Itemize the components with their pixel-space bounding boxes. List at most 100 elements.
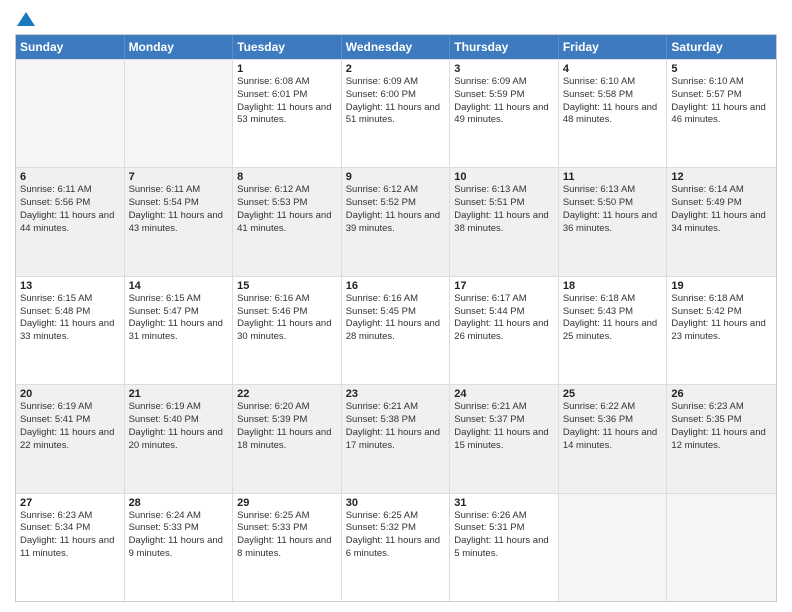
sunrise-text: Sunrise: 6:19 AM (20, 401, 120, 414)
daylight-text: Daylight: 11 hours and 38 minutes. (454, 210, 554, 236)
sunrise-text: Sunrise: 6:10 AM (671, 76, 772, 89)
day-number: 23 (346, 388, 446, 400)
header-day-friday: Friday (559, 35, 668, 59)
day-number: 5 (671, 63, 772, 75)
calendar-row-1: 6Sunrise: 6:11 AMSunset: 5:56 PMDaylight… (16, 167, 776, 275)
sunrise-text: Sunrise: 6:09 AM (346, 76, 446, 89)
calendar-cell: 19Sunrise: 6:18 AMSunset: 5:42 PMDayligh… (667, 277, 776, 384)
header (15, 10, 777, 28)
sunset-text: Sunset: 5:56 PM (20, 197, 120, 210)
day-number: 9 (346, 171, 446, 183)
day-number: 18 (563, 280, 663, 292)
calendar-cell: 10Sunrise: 6:13 AMSunset: 5:51 PMDayligh… (450, 168, 559, 275)
sunset-text: Sunset: 5:57 PM (671, 89, 772, 102)
daylight-text: Daylight: 11 hours and 34 minutes. (671, 210, 772, 236)
day-number: 19 (671, 280, 772, 292)
calendar-cell: 3Sunrise: 6:09 AMSunset: 5:59 PMDaylight… (450, 60, 559, 167)
day-number: 13 (20, 280, 120, 292)
sunset-text: Sunset: 5:40 PM (129, 414, 229, 427)
sunrise-text: Sunrise: 6:08 AM (237, 76, 337, 89)
sunrise-text: Sunrise: 6:09 AM (454, 76, 554, 89)
sunset-text: Sunset: 5:46 PM (237, 306, 337, 319)
calendar-cell: 11Sunrise: 6:13 AMSunset: 5:50 PMDayligh… (559, 168, 668, 275)
calendar-cell: 18Sunrise: 6:18 AMSunset: 5:43 PMDayligh… (559, 277, 668, 384)
daylight-text: Daylight: 11 hours and 26 minutes. (454, 318, 554, 344)
calendar-cell: 2Sunrise: 6:09 AMSunset: 6:00 PMDaylight… (342, 60, 451, 167)
calendar-cell (559, 494, 668, 601)
sunrise-text: Sunrise: 6:13 AM (563, 184, 663, 197)
sunrise-text: Sunrise: 6:14 AM (671, 184, 772, 197)
calendar-cell: 28Sunrise: 6:24 AMSunset: 5:33 PMDayligh… (125, 494, 234, 601)
sunrise-text: Sunrise: 6:20 AM (237, 401, 337, 414)
daylight-text: Daylight: 11 hours and 41 minutes. (237, 210, 337, 236)
calendar-header: SundayMondayTuesdayWednesdayThursdayFrid… (16, 35, 776, 59)
daylight-text: Daylight: 11 hours and 30 minutes. (237, 318, 337, 344)
sunrise-text: Sunrise: 6:21 AM (454, 401, 554, 414)
calendar-cell: 24Sunrise: 6:21 AMSunset: 5:37 PMDayligh… (450, 385, 559, 492)
header-day-wednesday: Wednesday (342, 35, 451, 59)
calendar-cell: 13Sunrise: 6:15 AMSunset: 5:48 PMDayligh… (16, 277, 125, 384)
sunset-text: Sunset: 5:45 PM (346, 306, 446, 319)
sunrise-text: Sunrise: 6:16 AM (237, 293, 337, 306)
sunrise-text: Sunrise: 6:24 AM (129, 510, 229, 523)
sunset-text: Sunset: 5:33 PM (129, 522, 229, 535)
calendar-cell: 22Sunrise: 6:20 AMSunset: 5:39 PMDayligh… (233, 385, 342, 492)
daylight-text: Daylight: 11 hours and 15 minutes. (454, 427, 554, 453)
sunrise-text: Sunrise: 6:10 AM (563, 76, 663, 89)
sunset-text: Sunset: 5:54 PM (129, 197, 229, 210)
calendar-cell: 14Sunrise: 6:15 AMSunset: 5:47 PMDayligh… (125, 277, 234, 384)
sunrise-text: Sunrise: 6:25 AM (346, 510, 446, 523)
sunset-text: Sunset: 5:42 PM (671, 306, 772, 319)
day-number: 20 (20, 388, 120, 400)
daylight-text: Daylight: 11 hours and 6 minutes. (346, 535, 446, 561)
day-number: 2 (346, 63, 446, 75)
day-number: 1 (237, 63, 337, 75)
day-number: 31 (454, 497, 554, 509)
day-number: 3 (454, 63, 554, 75)
sunrise-text: Sunrise: 6:22 AM (563, 401, 663, 414)
sunset-text: Sunset: 5:50 PM (563, 197, 663, 210)
sunrise-text: Sunrise: 6:23 AM (20, 510, 120, 523)
sunrise-text: Sunrise: 6:23 AM (671, 401, 772, 414)
sunset-text: Sunset: 5:59 PM (454, 89, 554, 102)
sunrise-text: Sunrise: 6:11 AM (20, 184, 120, 197)
sunrise-text: Sunrise: 6:12 AM (237, 184, 337, 197)
day-number: 12 (671, 171, 772, 183)
calendar-cell: 21Sunrise: 6:19 AMSunset: 5:40 PMDayligh… (125, 385, 234, 492)
sunset-text: Sunset: 5:34 PM (20, 522, 120, 535)
sunrise-text: Sunrise: 6:17 AM (454, 293, 554, 306)
day-number: 6 (20, 171, 120, 183)
day-number: 16 (346, 280, 446, 292)
daylight-text: Daylight: 11 hours and 48 minutes. (563, 102, 663, 128)
sunset-text: Sunset: 5:52 PM (346, 197, 446, 210)
day-number: 28 (129, 497, 229, 509)
calendar-row-4: 27Sunrise: 6:23 AMSunset: 5:34 PMDayligh… (16, 493, 776, 601)
calendar-cell: 17Sunrise: 6:17 AMSunset: 5:44 PMDayligh… (450, 277, 559, 384)
sunset-text: Sunset: 5:48 PM (20, 306, 120, 319)
sunrise-text: Sunrise: 6:13 AM (454, 184, 554, 197)
daylight-text: Daylight: 11 hours and 9 minutes. (129, 535, 229, 561)
day-number: 11 (563, 171, 663, 183)
daylight-text: Daylight: 11 hours and 8 minutes. (237, 535, 337, 561)
daylight-text: Daylight: 11 hours and 28 minutes. (346, 318, 446, 344)
day-number: 4 (563, 63, 663, 75)
calendar-row-2: 13Sunrise: 6:15 AMSunset: 5:48 PM Dayligh… (16, 276, 776, 384)
sunrise-text: Sunrise: 6:26 AM (454, 510, 554, 523)
day-number: 17 (454, 280, 554, 292)
day-number: 24 (454, 388, 554, 400)
calendar-cell: 4Sunrise: 6:10 AMSunset: 5:58 PMDaylight… (559, 60, 668, 167)
calendar-cell: 15Sunrise: 6:16 AMSunset: 5:46 PMDayligh… (233, 277, 342, 384)
sunrise-text: Sunrise: 6:15 AM (20, 293, 120, 306)
header-day-sunday: Sunday (16, 35, 125, 59)
sunset-text: Sunset: 5:31 PM (454, 522, 554, 535)
sunset-text: Sunset: 5:37 PM (454, 414, 554, 427)
sunset-text: Sunset: 5:32 PM (346, 522, 446, 535)
calendar-row-3: 20Sunrise: 6:19 AMSunset: 5:41 PMDayligh… (16, 384, 776, 492)
sunrise-text: Sunrise: 6:11 AM (129, 184, 229, 197)
calendar-cell: 16Sunrise: 6:16 AMSunset: 5:45 PMDayligh… (342, 277, 451, 384)
sunset-text: Sunset: 5:49 PM (671, 197, 772, 210)
daylight-text: Daylight: 11 hours and 36 minutes. (563, 210, 663, 236)
day-number: 26 (671, 388, 772, 400)
daylight-text: Daylight: 11 hours and 53 minutes. (237, 102, 337, 128)
daylight-text: Daylight: 11 hours and 44 minutes. (20, 210, 120, 236)
